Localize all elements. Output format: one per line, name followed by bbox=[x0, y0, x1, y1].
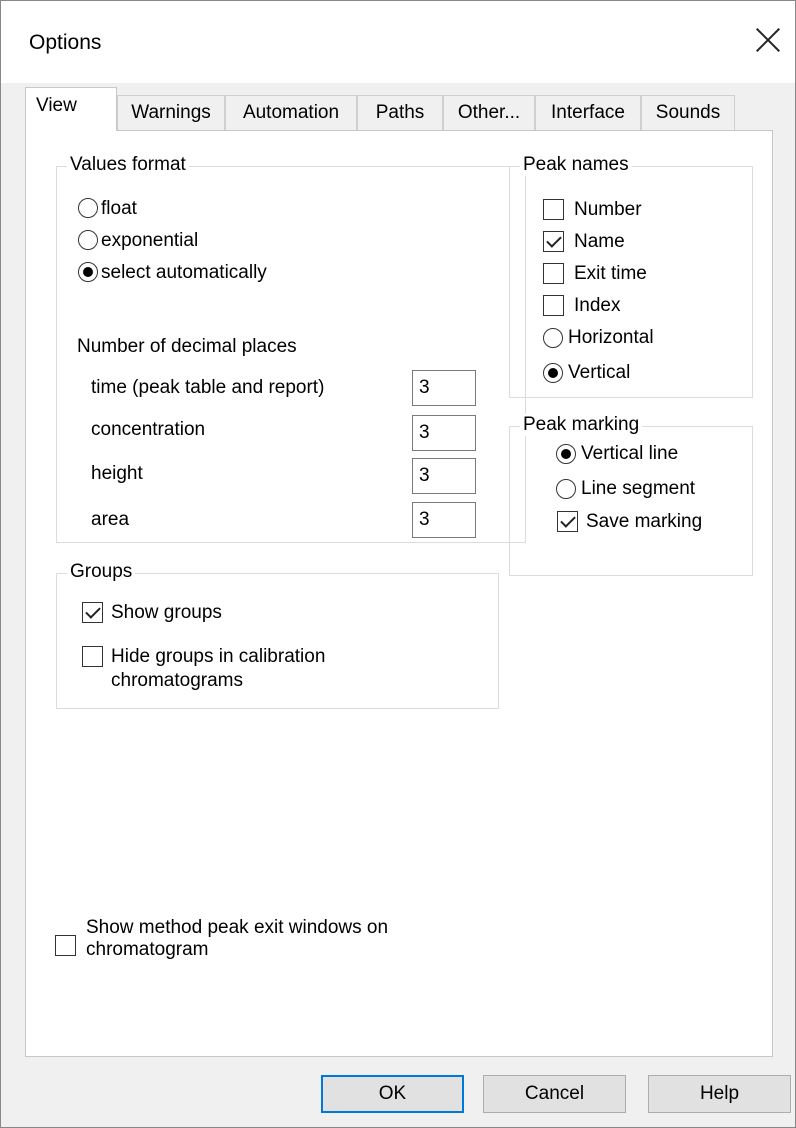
decimal-places-title: Number of decimal places bbox=[77, 336, 297, 357]
select-automatically-radio[interactable] bbox=[78, 262, 98, 282]
index-checkbox[interactable] bbox=[543, 295, 564, 316]
horizontal-radio[interactable] bbox=[543, 328, 563, 348]
peak-names-title: Peak names bbox=[520, 154, 632, 176]
tab-other[interactable]: Other... bbox=[443, 95, 535, 130]
name-label: Name bbox=[574, 231, 625, 252]
tab-warnings[interactable]: Warnings bbox=[117, 95, 225, 130]
tab-sounds[interactable]: Sounds bbox=[641, 95, 735, 130]
groups-title: Groups bbox=[67, 561, 136, 583]
vertical-radio[interactable] bbox=[543, 363, 563, 383]
float-label: float bbox=[101, 198, 137, 219]
horizontal-label: Horizontal bbox=[568, 327, 654, 348]
tab-view[interactable]: View bbox=[25, 87, 117, 131]
hide-groups-label-line2: chromatograms bbox=[111, 670, 243, 691]
decimals-concentration-input[interactable]: 3 bbox=[412, 415, 476, 451]
decimals-time-input[interactable]: 3 bbox=[412, 370, 476, 406]
title-bar: Options bbox=[1, 1, 795, 83]
save-marking-checkbox[interactable] bbox=[557, 511, 578, 532]
values-format-title: Values format bbox=[67, 154, 189, 176]
float-radio[interactable] bbox=[78, 198, 98, 218]
view-tab-panel: Values format float exponential select a… bbox=[25, 130, 773, 1057]
show-groups-label: Show groups bbox=[111, 602, 222, 623]
vertical-label: Vertical bbox=[568, 362, 631, 383]
save-marking-label: Save marking bbox=[586, 511, 703, 532]
show-exit-windows-label-line1: Show method peak exit windows on bbox=[86, 917, 389, 938]
hide-groups-calibration-checkbox[interactable] bbox=[82, 646, 103, 667]
decimals-height-label: height bbox=[91, 463, 143, 484]
decimals-height-input[interactable]: 3 bbox=[412, 458, 476, 494]
vertical-line-label: Vertical line bbox=[581, 443, 679, 464]
line-segment-radio[interactable] bbox=[556, 479, 576, 499]
decimals-area-input[interactable]: 3 bbox=[412, 502, 476, 538]
decimals-concentration-label: concentration bbox=[91, 419, 206, 440]
peak-marking-group: Peak marking Vertical line Line segment … bbox=[509, 414, 753, 576]
help-button[interactable]: Help bbox=[648, 1075, 791, 1113]
tab-interface[interactable]: Interface bbox=[535, 95, 641, 130]
show-groups-checkbox[interactable] bbox=[82, 602, 103, 623]
dialog-title: Options bbox=[29, 31, 102, 54]
hide-groups-label-line1: Hide groups in calibration bbox=[111, 646, 326, 667]
groups-group: Groups Show groups Hide groups in calibr… bbox=[56, 561, 499, 709]
exit-time-checkbox[interactable] bbox=[543, 263, 564, 284]
show-exit-windows-label-line2: chromatogram bbox=[86, 939, 209, 959]
peak-marking-title: Peak marking bbox=[520, 414, 643, 436]
exponential-label: exponential bbox=[101, 230, 199, 251]
close-icon[interactable] bbox=[753, 25, 783, 55]
ok-button[interactable]: OK bbox=[321, 1075, 464, 1113]
name-checkbox[interactable] bbox=[543, 231, 564, 252]
line-segment-label: Line segment bbox=[581, 478, 696, 499]
vertical-line-radio[interactable] bbox=[556, 444, 576, 464]
tab-automation[interactable]: Automation bbox=[225, 95, 357, 130]
exit-time-label: Exit time bbox=[574, 263, 647, 284]
decimals-time-label: time (peak table and report) bbox=[91, 377, 325, 398]
decimals-area-label: area bbox=[91, 509, 130, 530]
cancel-button[interactable]: Cancel bbox=[483, 1075, 626, 1113]
exponential-radio[interactable] bbox=[78, 230, 98, 250]
number-label: Number bbox=[574, 199, 642, 220]
select-automatically-label: select automatically bbox=[101, 262, 267, 283]
values-format-group: Values format float exponential select a… bbox=[56, 154, 526, 543]
show-exit-windows-checkbox[interactable] bbox=[55, 935, 76, 956]
index-label: Index bbox=[574, 295, 621, 316]
number-checkbox[interactable] bbox=[543, 199, 564, 220]
options-dialog: Options View Warnings Automation Paths O… bbox=[0, 0, 796, 1128]
tab-paths[interactable]: Paths bbox=[357, 95, 443, 130]
peak-names-group: Peak names Number Name Exit time Index H… bbox=[509, 154, 753, 398]
